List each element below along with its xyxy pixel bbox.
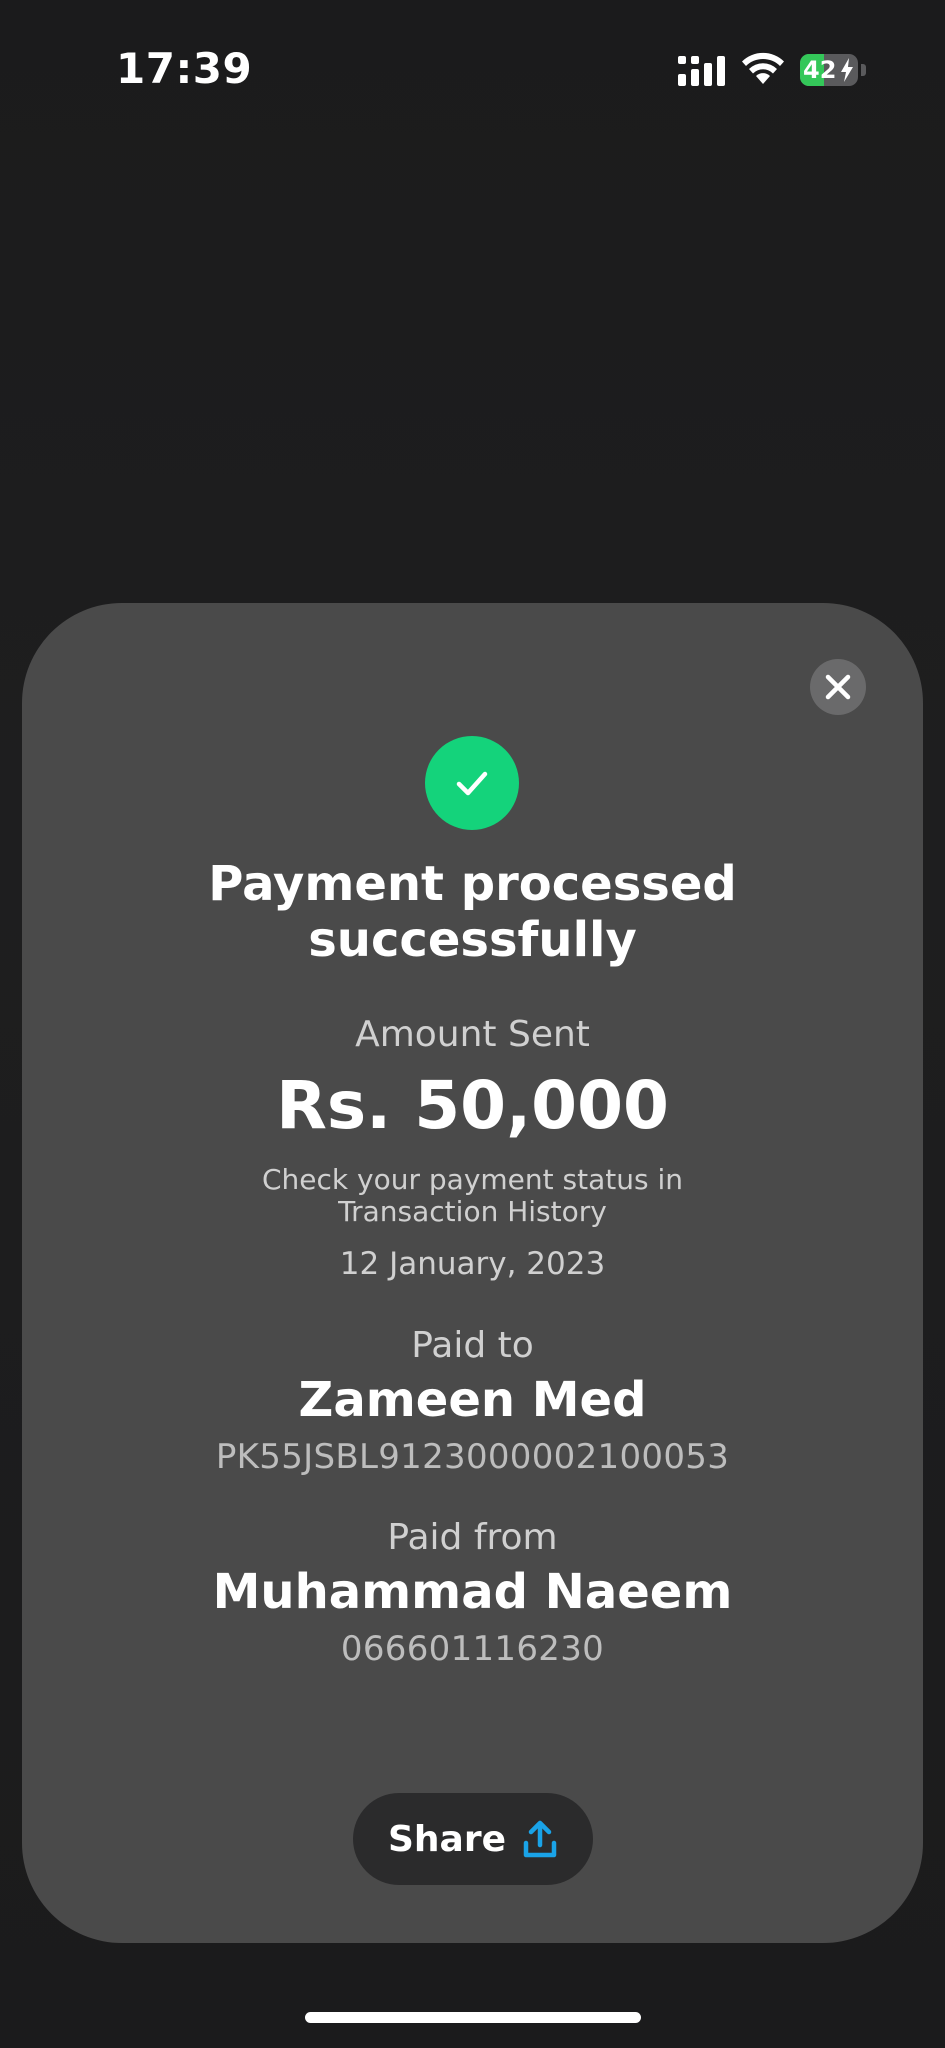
charging-bolt-icon	[841, 58, 853, 82]
share-label: Share	[387, 1818, 507, 1860]
payer-account: 066601116230	[340, 1629, 605, 1669]
close-button[interactable]	[810, 659, 866, 715]
status-hint-line2: Transaction History	[338, 1195, 607, 1228]
checkmark-icon	[456, 771, 488, 796]
payment-receipt-sheet: Payment processed successfully Amount Se…	[22, 603, 923, 1943]
close-icon	[825, 674, 851, 700]
status-bar: 17:39 42	[0, 0, 945, 140]
paid-from-label: Paid from	[387, 1517, 558, 1558]
status-hint-line1: Check your payment status in	[262, 1163, 683, 1196]
paid-to-label: Paid to	[411, 1325, 534, 1366]
status-hint: Check your payment status in Transaction…	[22, 1164, 923, 1228]
signal-icon	[678, 56, 725, 86]
battery-icon: 42	[800, 54, 866, 86]
success-title: Payment processed successfully	[22, 856, 923, 968]
amount-value: Rs. 50,000	[276, 1067, 669, 1144]
success-title-line1: Payment processed	[208, 856, 737, 912]
payee-name: Zameen Med	[298, 1372, 647, 1428]
battery-percent: 42	[803, 56, 837, 84]
transaction-date: 12 January, 2023	[339, 1246, 606, 1282]
status-time: 17:39	[116, 44, 253, 93]
wifi-icon	[742, 52, 784, 84]
amount-label: Amount Sent	[355, 1014, 590, 1055]
success-badge	[425, 736, 519, 830]
payer-name: Muhammad Naeem	[212, 1564, 733, 1620]
payee-account: PK55JSBL9123000002100053	[215, 1437, 730, 1477]
payment-success-screen: 17:39 42 Payment processed successfully …	[0, 0, 945, 2048]
share-upload-icon	[523, 1820, 557, 1858]
success-title-line2: successfully	[308, 912, 637, 968]
home-indicator[interactable]	[305, 2012, 641, 2023]
share-button[interactable]: Share	[353, 1793, 593, 1885]
